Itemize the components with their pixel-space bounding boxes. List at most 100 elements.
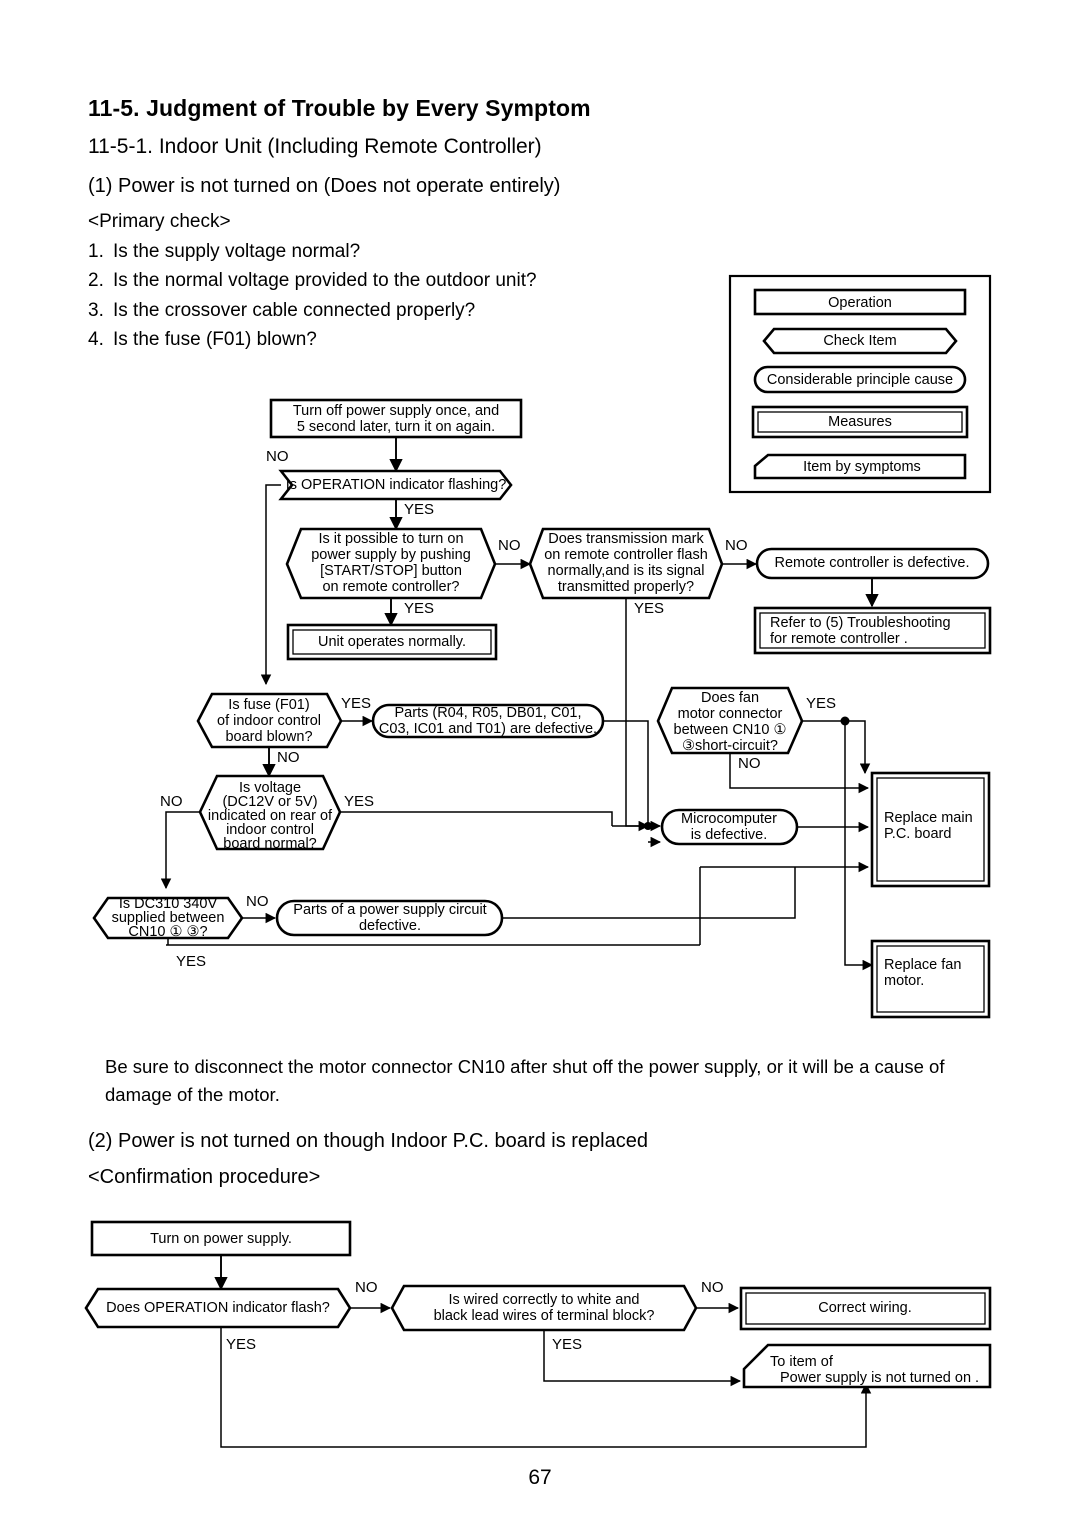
section-title: 11-5. Judgment of Trouble by Every Sympt… [88, 95, 591, 121]
node-possible-turn-on-line1: Is it possible to turn on [318, 531, 463, 547]
page-number: 67 [528, 1466, 552, 1489]
list-item: 2. Is the normal voltage provided to the… [88, 266, 537, 295]
node-dc310-supplied [92, 896, 244, 940]
legend-box: Operation Check Item Considerable princi… [728, 274, 992, 494]
node-power-supply-circuit-defective-line2: defective. [359, 918, 421, 934]
node-turn-on-power [90, 1220, 352, 1257]
edge-label-no-2: NO [498, 537, 521, 554]
node-remote-controller-defective [755, 547, 990, 580]
list-item-label: Is the fuse (F01) blown? [113, 329, 317, 351]
edge-label-yes-3: YES [634, 600, 664, 617]
subsection-title: 11-5-1. Indoor Unit (Including Remote Co… [88, 135, 542, 158]
primary-check-list: 1. Is the supply voltage normal? 2. Is t… [88, 237, 537, 355]
node-is-fuse-blown-line2: of indoor control [217, 713, 321, 729]
node-is-voltage-normal-line4: indoor control [226, 822, 314, 838]
subsection-heading-group: 11-5-1. Indoor Unit (Including Remote Co… [88, 135, 542, 159]
node-to-item-power-supply [742, 1343, 992, 1389]
node-turn-off-power-line1: Turn off power supply once, and [293, 403, 499, 419]
legend-label-measures: Measures [828, 414, 892, 430]
legend-label-item-by-symptoms: Item by symptoms [803, 459, 921, 475]
node-turn-off-power-line2: 5 second later, turn it on again. [297, 419, 495, 435]
node-dc310-supplied-line3: CN10 ① ③? [128, 924, 207, 940]
primary-check-heading: <Primary check> [88, 211, 231, 232]
list-item-number: 2. [88, 270, 104, 292]
node-operation-indicator-flashing-label: Is OPERATION indicator flashing? [286, 477, 507, 493]
edge-label-no-5: NO [738, 755, 761, 772]
node-turn-on-power-label: Turn on power supply. [150, 1231, 292, 1247]
node-operation-indicator-flash-label: Does OPERATION indicator flash? [106, 1300, 330, 1316]
node-to-item-power-supply-line2: Power supply is not turned on . [780, 1370, 979, 1386]
edge-label-no-3: NO [725, 537, 748, 554]
edge-label-yes-1: YES [404, 501, 434, 518]
node-is-voltage-normal-line3: indicated on rear of [208, 808, 333, 824]
flowchart-confirmation-procedure: Turn on power supply. Does OPERATION ind… [84, 1220, 992, 1448]
list-item-label: Is the crossover cable connected properl… [113, 299, 476, 321]
flowchart-power-not-turned-on: Turn off power supply once, and 5 second… [92, 398, 992, 1019]
list-item-label: Is the supply voltage normal? [113, 241, 361, 262]
node-unit-operates-normally [286, 623, 498, 661]
node-replace-fan-motor-line2: motor. [884, 973, 924, 989]
node-dc310-supplied-line1: Is DC310 340V [119, 896, 218, 912]
node-operation-indicator-flashing [278, 469, 513, 501]
node-wired-correctly-line2: black lead wires of terminal block? [434, 1308, 655, 1324]
node-transmission-mark-line3: normally,and is its signal [548, 563, 705, 579]
edge-label-yes-4: YES [341, 695, 371, 712]
node-correct-wiring-label: Correct wiring. [818, 1300, 911, 1316]
edge-label-f2-no-2: NO [701, 1279, 724, 1296]
node-transmission-mark-line2: on remote controller flash [544, 547, 708, 563]
edge-label-yes-2: YES [404, 600, 434, 617]
list-item-number: 1. [88, 241, 104, 262]
list-item: 1. Is the supply voltage normal? [88, 237, 537, 266]
primary-check-list-group: 1. Is the supply voltage normal? 2. Is t… [88, 237, 537, 355]
node-wired-correctly-line1: Is wired correctly to white and [449, 1292, 640, 1308]
legend-label-principle-cause: Considerable principle cause [767, 372, 953, 388]
list-item-label: Is the normal voltage provided to the ou… [113, 270, 537, 292]
document-page: 11-5. Judgment of Trouble by Every Sympt… [0, 0, 1080, 1528]
node-possible-turn-on-line2: power supply by pushing [311, 547, 471, 563]
edge-label-yes-5: YES [806, 695, 836, 712]
node-fan-motor-connector-line1: Does fan [701, 690, 759, 706]
node-replace-fan-motor [870, 939, 991, 1019]
node-operation-indicator-flash [84, 1287, 352, 1329]
node-power-supply-circuit-defective [275, 899, 504, 937]
confirmation-heading-group: <Confirmation procedure> [88, 1166, 320, 1189]
confirmation-heading: <Confirmation procedure> [88, 1166, 321, 1188]
node-refer-troubleshooting-line2: for remote controller . [770, 631, 908, 647]
list-item-number: 3. [88, 299, 104, 321]
node-refer-troubleshooting [753, 606, 992, 655]
node-possible-turn-on-line4: on remote controller? [322, 579, 459, 595]
node-is-voltage-normal-line2: (DC12V or 5V) [222, 794, 317, 810]
node-parts-defective-line1: Parts (R04, R05, DB01, C01, [395, 705, 582, 721]
node-possible-turn-on-line3: [START/STOP] button [320, 563, 462, 579]
node-transmission-mark-line4: transmitted properly? [558, 579, 694, 595]
edge-label-f2-no-1: NO [355, 1279, 378, 1296]
list-item-number: 4. [88, 329, 104, 351]
node-dc310-supplied-line2: supplied between [112, 910, 225, 926]
legend-label-check-item: Check Item [823, 333, 896, 349]
primary-check-group: <Primary check> [88, 211, 231, 233]
page-heading-group: 11-5. Judgment of Trouble by Every Sympt… [88, 95, 591, 122]
node-replace-fan-motor-line1: Replace fan [884, 957, 961, 973]
node-to-item-power-supply-line1: To item of [770, 1354, 834, 1370]
edge-label-yes-7: YES [176, 953, 206, 970]
node-fan-motor-connector-line2: motor connector [678, 706, 783, 722]
node-is-fuse-blown-line1: Is fuse (F01) [228, 697, 309, 713]
edge-label-no-7: NO [246, 893, 269, 910]
edge-label-no-1: NO [266, 448, 289, 465]
node-fan-motor-connector [656, 686, 804, 755]
caution-note: Be sure to disconnect the motor connecto… [105, 1056, 945, 1105]
node-possible-turn-on [285, 527, 497, 600]
item2-heading-group: (2) Power is not turned on though Indoor… [88, 1130, 648, 1153]
edge-label-f2-yes-2: YES [552, 1336, 582, 1353]
item1-title: (1) Power is not turned on (Does not ope… [88, 175, 561, 197]
edge-label-no-4: NO [277, 749, 300, 766]
list-item: 3. Is the crossover cable connected prop… [88, 296, 537, 325]
node-remote-controller-defective-label: Remote controller is defective. [774, 555, 969, 571]
node-fan-motor-connector-line4: ③short-circuit? [682, 738, 778, 754]
node-microcomputer-defective [660, 808, 799, 846]
node-transmission-mark-line1: Does transmission mark [548, 531, 704, 547]
edge-label-f2-yes-1: YES [226, 1336, 256, 1353]
node-refer-troubleshooting-line1: Refer to (5) Troubleshooting [770, 615, 951, 631]
node-is-voltage-normal [198, 774, 342, 851]
item2-title: (2) Power is not turned on though Indoor… [88, 1130, 648, 1152]
